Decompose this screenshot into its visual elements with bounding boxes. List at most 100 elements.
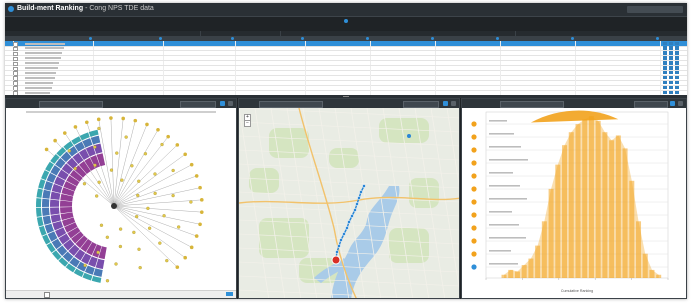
row-action-icon[interactable] xyxy=(675,70,679,75)
route-point xyxy=(355,202,359,206)
spoke-end-point xyxy=(198,222,202,227)
radial-panel-button[interactable] xyxy=(220,101,225,106)
radial-footer-checkbox[interactable] xyxy=(44,292,50,298)
distribution-panel-select[interactable] xyxy=(500,101,564,108)
row-action-icon[interactable] xyxy=(669,41,673,45)
sort-icon xyxy=(159,37,162,40)
row-action-icon[interactable] xyxy=(663,70,667,75)
row-action-icon[interactable] xyxy=(663,41,667,45)
info-icon[interactable] xyxy=(344,19,348,24)
radial-panel-settings-icon[interactable] xyxy=(228,101,233,106)
row-action-icon[interactable] xyxy=(663,66,667,70)
map-marker-icon xyxy=(331,255,341,265)
grid-cell-divider xyxy=(500,41,501,46)
radial-segment xyxy=(36,216,44,227)
map-panel-select-2[interactable] xyxy=(403,101,439,108)
row-action-icon[interactable] xyxy=(675,61,679,65)
spoke-end-point xyxy=(85,120,89,125)
distribution-panel-button[interactable] xyxy=(670,101,675,106)
row-action-icon[interactable] xyxy=(675,90,679,94)
spoke-end-point xyxy=(183,152,187,157)
radial-spoke xyxy=(110,118,115,207)
map-panel-button[interactable] xyxy=(443,101,448,106)
row-action-icon[interactable] xyxy=(663,85,667,90)
spoke-end-point xyxy=(198,185,202,190)
area-bar xyxy=(562,145,568,278)
row-action-icon[interactable] xyxy=(669,70,673,75)
row-action-icon[interactable] xyxy=(663,51,667,55)
row-action-icon[interactable] xyxy=(675,80,679,85)
grid-cell-divider xyxy=(93,65,94,70)
row-action-icon[interactable] xyxy=(663,90,667,94)
zoom-out-button[interactable]: − xyxy=(244,120,251,127)
grid-cell-divider xyxy=(370,85,371,90)
row-action-icon[interactable] xyxy=(675,51,679,55)
row-action-icon[interactable] xyxy=(663,46,667,50)
radial-panel-select[interactable] xyxy=(39,101,103,108)
row-action-icon[interactable] xyxy=(669,51,673,55)
row-action-icon[interactable] xyxy=(663,80,667,85)
chart-title-placeholder xyxy=(26,111,216,113)
row-action-icon[interactable] xyxy=(669,75,673,80)
name-placeholder-bar xyxy=(25,62,59,65)
area-bar xyxy=(521,265,527,278)
area-bar xyxy=(595,120,601,278)
grid-cell-divider xyxy=(435,65,436,70)
row-action-icon[interactable] xyxy=(663,56,667,60)
distribution-panel-select-2[interactable] xyxy=(634,101,668,108)
grid-cell-divider xyxy=(163,60,164,66)
grid-cell-divider xyxy=(235,45,236,51)
scatter-point xyxy=(67,149,71,153)
row-action-icons xyxy=(660,75,684,80)
row-action-icon[interactable] xyxy=(669,61,673,65)
radial-segment xyxy=(36,198,42,208)
row-action-icon[interactable] xyxy=(675,41,679,45)
spoke-end-point xyxy=(121,116,125,121)
name-placeholder-bar xyxy=(25,52,62,55)
row-label-placeholder xyxy=(489,185,520,187)
sort-icon xyxy=(366,37,369,40)
row-action-icon[interactable] xyxy=(669,90,673,94)
name-placeholder-bar xyxy=(25,81,53,84)
row-action-icon[interactable] xyxy=(675,75,679,80)
row-action-icon[interactable] xyxy=(669,66,673,70)
distribution-panel-settings-icon[interactable] xyxy=(678,101,683,106)
scatter-point xyxy=(93,145,97,149)
grid-cell-divider xyxy=(163,75,164,80)
row-action-icon[interactable] xyxy=(663,75,667,80)
row-action-icon[interactable] xyxy=(675,85,679,90)
scatter-point xyxy=(136,193,140,198)
area-bar xyxy=(541,221,547,278)
spoke-end-point xyxy=(175,143,180,147)
scatter-point xyxy=(171,168,175,173)
toolbar-button-2[interactable] xyxy=(655,6,683,13)
row-action-icon[interactable] xyxy=(669,56,673,60)
grid-cell-divider xyxy=(93,70,94,75)
area-bar xyxy=(582,119,588,279)
route-point xyxy=(337,244,341,248)
row-marker-icon xyxy=(471,212,477,218)
row-action-icon[interactable] xyxy=(675,46,679,50)
grid-cell-divider xyxy=(163,41,164,46)
grid-cell-divider xyxy=(500,60,501,66)
scatter-point xyxy=(82,182,87,186)
map-panel-settings-icon[interactable] xyxy=(451,101,456,106)
map-view[interactable] xyxy=(239,108,460,299)
row-action-icon[interactable] xyxy=(669,80,673,85)
area-bar xyxy=(636,221,642,278)
grid-cell-divider xyxy=(305,60,306,66)
radial-panel-select-2[interactable] xyxy=(180,101,216,108)
row-action-icon[interactable] xyxy=(669,46,673,50)
row-action-icon[interactable] xyxy=(663,61,667,65)
map-panel-select[interactable] xyxy=(259,101,323,108)
row-action-icon[interactable] xyxy=(669,85,673,90)
row-action-icon[interactable] xyxy=(675,56,679,60)
radial-spoke xyxy=(113,205,202,213)
toolbar-button-1[interactable] xyxy=(627,6,657,13)
radial-segment xyxy=(50,207,60,215)
scatter-point xyxy=(96,250,100,254)
grid-cell-divider xyxy=(370,80,371,85)
area-bar xyxy=(588,116,594,278)
row-action-icon[interactable] xyxy=(675,66,679,70)
grid-cell-divider xyxy=(575,60,576,66)
